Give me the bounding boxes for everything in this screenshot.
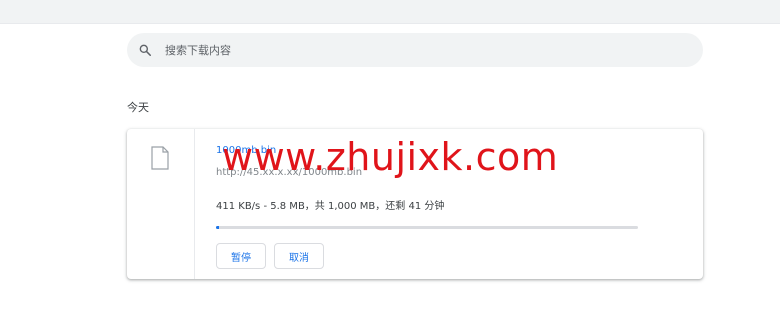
download-progress-bar [216, 226, 638, 229]
file-icon-column [127, 129, 195, 279]
pause-button[interactable]: 暂停 [216, 243, 266, 269]
file-source-url[interactable]: http://45.xx.x.xx/1000mb.bin [216, 167, 362, 178]
search-bar[interactable] [127, 33, 703, 67]
download-progress-fill [216, 226, 219, 229]
top-toolbar-strip [0, 0, 780, 24]
search-input[interactable] [165, 33, 685, 67]
download-item-card: 1000mb.bin http://45.xx.x.xx/1000mb.bin … [127, 129, 703, 279]
search-icon [139, 44, 152, 57]
date-section-label: 今天 [127, 101, 149, 114]
download-status-text: 411 KB/s - 5.8 MB，共 1,000 MB，还剩 41 分钟 [216, 201, 445, 212]
cancel-button[interactable]: 取消 [274, 243, 324, 269]
file-name-link[interactable]: 1000mb.bin [216, 145, 276, 156]
file-icon [151, 146, 169, 170]
